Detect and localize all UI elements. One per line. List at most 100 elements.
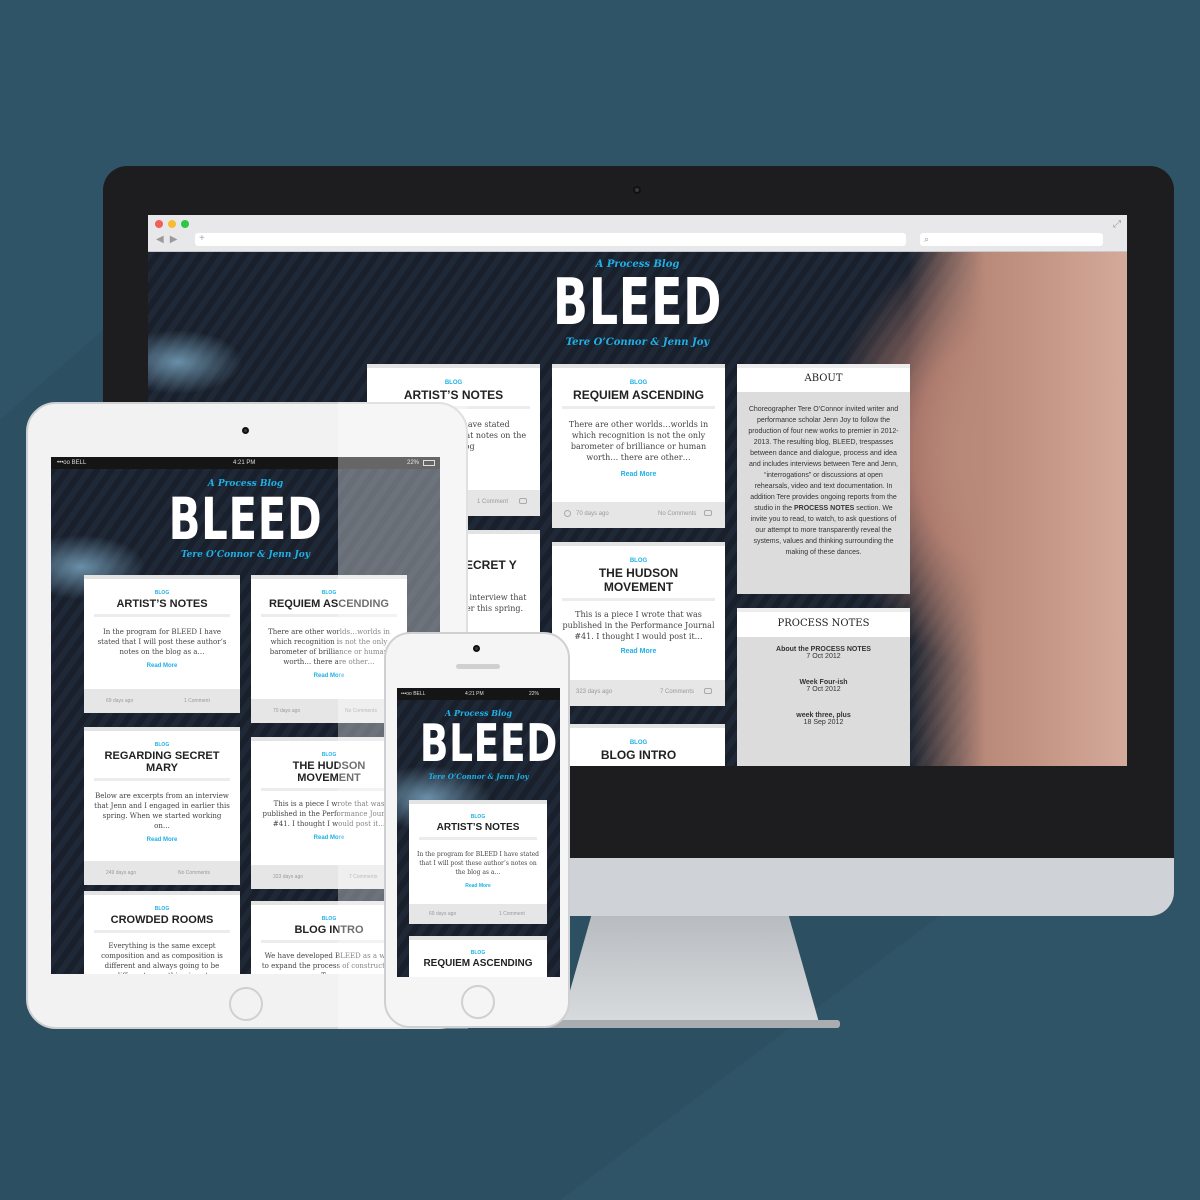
post-excerpt: In the program for BLEED I have stated t…	[97, 628, 227, 656]
post-card-regarding-secret-mary[interactable]: BLOG REGARDING SECRET MARY Below are exc…	[84, 727, 240, 885]
tablet-home-button[interactable]	[229, 987, 263, 1021]
comment-icon	[704, 688, 712, 694]
title-divider	[562, 406, 715, 409]
post-category[interactable]: BLOG	[552, 380, 725, 386]
fullscreen-icon[interactable]: ⤢	[1113, 219, 1121, 230]
process-notes-link[interactable]: PROCESS NOTES	[794, 505, 854, 512]
post-age: 70 days ago	[576, 511, 609, 517]
post-card-blog-intro[interactable]: BLOG BLOG INTRO	[552, 724, 725, 766]
comment-count[interactable]: No Comments	[658, 511, 696, 517]
monitor-stand-base	[540, 1020, 840, 1028]
post-card-requiem-ascending[interactable]: BLOG REQUIEM ASCENDING There are other w…	[552, 364, 725, 528]
about-text: Choreographer Tere O’Connor invited writ…	[747, 404, 900, 558]
comment-count[interactable]: 1 Comment	[499, 911, 525, 917]
post-title[interactable]: REQUIEM ASCENDING	[558, 388, 719, 402]
comment-count[interactable]: 7 Comments	[660, 689, 694, 695]
post-excerpt: Below are excerpts from an interview tha…	[94, 792, 230, 830]
post-category[interactable]: BLOG	[84, 742, 240, 748]
post-age: 69 days ago	[429, 911, 457, 917]
post-age: 323 days ago	[576, 689, 613, 695]
maximize-window-button[interactable]	[181, 220, 189, 228]
post-title[interactable]: ARTIST’S NOTES	[373, 388, 534, 402]
close-window-button[interactable]	[155, 220, 163, 228]
phone-speaker	[456, 664, 500, 669]
post-category[interactable]: BLOG	[409, 814, 547, 820]
post-age: 249 days ago	[106, 870, 137, 876]
post-excerpt: This is a piece I wrote that was publish…	[562, 610, 715, 641]
comment-count[interactable]: 1 Comment	[477, 499, 508, 505]
post-category[interactable]: BLOG	[552, 558, 725, 564]
webcam-icon	[633, 186, 641, 194]
monitor-stand	[560, 916, 820, 1026]
blog-authors: Tere O’Connor & Jenn Joy	[565, 337, 710, 348]
post-card-artists-notes[interactable]: BLOG ARTIST’S NOTES In the program for B…	[409, 800, 547, 924]
process-note-title[interactable]: week three, plus	[737, 712, 910, 719]
post-title[interactable]: THE HUDSON MOVEMENT	[574, 566, 703, 594]
about-text-part: section. We invite you to read, to watch…	[750, 505, 897, 556]
clock-icon	[564, 510, 571, 517]
tablet-camera-icon	[242, 427, 249, 434]
post-category[interactable]: BLOG	[552, 740, 725, 746]
about-widget: ABOUT Choreographer Tere O’Connor invite…	[737, 364, 910, 594]
title-divider	[419, 837, 537, 840]
post-card-requiem-ascending[interactable]: BLOG REQUIEM ASCENDING	[409, 936, 547, 977]
post-footer: 249 days ago No Comments	[84, 861, 240, 885]
post-title[interactable]: SECRET Y	[457, 558, 540, 572]
process-note-date: 7 Oct 2012	[806, 653, 841, 660]
comment-count[interactable]: No Comments	[178, 870, 210, 876]
process-note-title[interactable]: Week Four-ish	[737, 679, 910, 686]
about-heading: ABOUT	[737, 368, 910, 392]
post-footer: 323 days ago 7 Comments	[552, 680, 725, 706]
post-title[interactable]: REQUIEM ASCENDING	[415, 958, 541, 969]
title-divider	[562, 598, 715, 601]
clock-label: 4:21 PM	[233, 460, 256, 466]
process-note-date: 7 Oct 2012	[806, 686, 841, 693]
battery-label: 22%	[529, 691, 540, 697]
post-excerpt: Everything is the same except compositio…	[101, 942, 223, 974]
title-divider	[94, 778, 230, 781]
address-bar[interactable]: +	[195, 233, 906, 246]
post-card-the-hudson-movement[interactable]: BLOG THE HUDSON MOVEMENT This is a piece…	[552, 542, 725, 706]
browser-search-field[interactable]: ⌕	[920, 233, 1103, 246]
post-title[interactable]: CROWDED ROOMS	[90, 914, 234, 926]
phone-home-button[interactable]	[461, 985, 495, 1019]
phone-screen: •••oo BELL 4:21 PM 22% A Process Blog BL…	[397, 688, 560, 977]
comment-icon	[519, 498, 527, 504]
blog-authors: Tere O’Connor & Jenn Joy	[428, 772, 529, 781]
about-text-part: Choreographer Tere O’Connor invited writ…	[748, 406, 899, 512]
post-title[interactable]: ARTIST’S NOTES	[90, 598, 234, 610]
post-title[interactable]: REGARDING SECRET MARY	[98, 750, 226, 774]
post-footer: 69 days ago 1 Comment	[84, 689, 240, 713]
read-more-link[interactable]: Read More	[84, 837, 240, 843]
read-more-link[interactable]: Read More	[552, 471, 725, 478]
back-forward-icon[interactable]: ◀▶	[156, 234, 183, 245]
process-notes-widget: PROCESS NOTES About the PROCESS NOTES 7 …	[737, 608, 910, 766]
post-card-crowded-rooms[interactable]: BLOG CROWDED ROOMS Everything is the sam…	[84, 891, 240, 974]
blog-title[interactable]: BLEED	[285, 268, 990, 338]
blog-title[interactable]: BLEED	[420, 715, 558, 773]
post-footer: 69 days ago 1 Comment	[409, 904, 547, 924]
comment-icon	[704, 510, 712, 516]
minimize-window-button[interactable]	[168, 220, 176, 228]
process-notes-heading: PROCESS NOTES	[737, 612, 910, 637]
title-divider	[94, 930, 230, 933]
post-footer: 70 days ago No Comments	[552, 502, 725, 528]
post-age: 69 days ago	[106, 698, 134, 704]
post-category[interactable]: BLOG	[367, 380, 540, 386]
post-category[interactable]: BLOG	[84, 906, 240, 912]
read-more-link[interactable]: Read More	[409, 883, 547, 889]
clock-label: 4:21 PM	[465, 691, 484, 697]
read-more-link[interactable]: Read More	[552, 648, 725, 655]
post-title[interactable]: ARTIST’S NOTES	[415, 822, 541, 833]
browser-toolbar: ◀▶ + ⌕ ⤢	[148, 215, 1127, 252]
title-divider	[94, 614, 230, 617]
process-note-date: 18 Sep 2012	[803, 719, 844, 726]
process-note-title[interactable]: About the PROCESS NOTES	[737, 646, 910, 653]
post-category[interactable]: BLOG	[84, 590, 240, 596]
read-more-link[interactable]: Read More	[84, 663, 240, 669]
carrier-label: •••oo BELL	[57, 460, 87, 466]
post-title[interactable]: BLOG INTRO	[558, 748, 719, 762]
post-card-artists-notes[interactable]: BLOG ARTIST’S NOTES In the program for B…	[84, 575, 240, 713]
comment-count[interactable]: 1 Comment	[184, 698, 210, 704]
post-category[interactable]: BLOG	[409, 950, 547, 956]
